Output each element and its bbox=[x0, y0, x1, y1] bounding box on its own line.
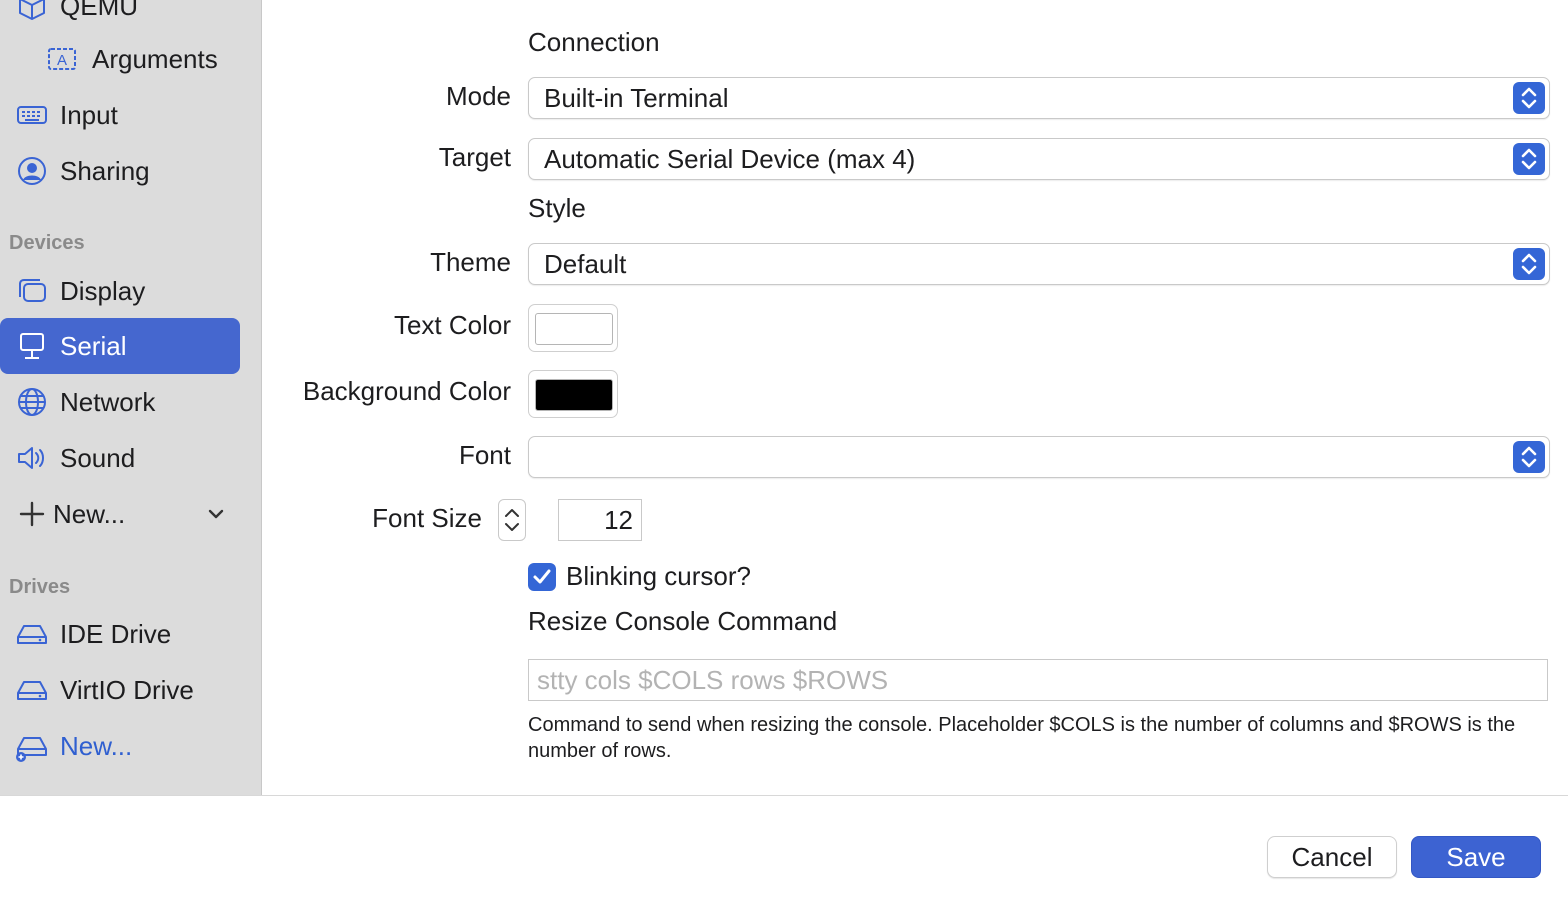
mode-popup[interactable]: Built-in Terminal bbox=[528, 77, 1550, 119]
font-size-field[interactable] bbox=[558, 499, 642, 541]
font-label: Font bbox=[458, 440, 511, 470]
sidebar-item-label: QEMU bbox=[60, 0, 138, 21]
display-icon bbox=[16, 275, 48, 307]
sidebar-item-ide-drive[interactable]: IDE Drive bbox=[0, 606, 240, 662]
font-size-stepper[interactable] bbox=[498, 499, 526, 541]
new-device-button[interactable]: New... bbox=[0, 486, 240, 542]
text-box-icon: A bbox=[46, 43, 78, 75]
cancel-button[interactable]: Cancel bbox=[1267, 836, 1397, 878]
globe-icon bbox=[16, 386, 48, 418]
sidebar-item-label: VirtIO Drive bbox=[60, 675, 194, 705]
resize-command-input[interactable] bbox=[529, 660, 1547, 700]
sidebar-item-qemu[interactable]: QEMU bbox=[0, 0, 240, 34]
drive-icon bbox=[16, 674, 48, 706]
font-size-label: Font Size bbox=[372, 503, 482, 533]
sidebar-item-sound[interactable]: Sound bbox=[0, 430, 240, 486]
text-color-well[interactable] bbox=[528, 304, 618, 352]
drive-add-icon bbox=[16, 730, 48, 762]
background-color-label: Background Color bbox=[302, 376, 511, 406]
theme-value: Default bbox=[544, 249, 627, 279]
theme-label: Theme bbox=[430, 247, 511, 277]
background-color-swatch bbox=[535, 379, 613, 411]
mode-value: Built-in Terminal bbox=[544, 83, 729, 113]
cube-icon bbox=[16, 0, 48, 22]
sidebar-item-input[interactable]: Input bbox=[0, 87, 240, 143]
blinking-cursor-checkbox[interactable] bbox=[528, 563, 556, 591]
resize-console-section-header: Resize Console Command bbox=[528, 606, 838, 636]
svg-text:A: A bbox=[57, 52, 67, 69]
drive-icon bbox=[16, 618, 48, 650]
sidebar-item-label: Display bbox=[60, 276, 146, 306]
person-circle-icon bbox=[16, 155, 48, 187]
sidebar: QEMU A Arguments Input Sharing Devices D… bbox=[0, 0, 262, 795]
drives-section-header: Drives bbox=[9, 576, 71, 598]
new-device-label: New... bbox=[53, 499, 126, 529]
updown-chevron-icon bbox=[1513, 82, 1545, 114]
font-size-input[interactable] bbox=[559, 500, 641, 540]
resize-command-help-text: Command to send when resizing the consol… bbox=[528, 714, 1516, 762]
sidebar-item-label: IDE Drive bbox=[60, 619, 172, 649]
save-button[interactable]: Save bbox=[1411, 836, 1541, 878]
blinking-cursor-label[interactable]: Blinking cursor? bbox=[566, 561, 751, 592]
sidebar-item-sharing[interactable]: Sharing bbox=[0, 143, 240, 199]
keyboard-icon bbox=[16, 99, 48, 131]
sidebar-item-display[interactable]: Display bbox=[0, 263, 240, 319]
new-drive-button[interactable]: New... bbox=[0, 718, 240, 774]
target-value: Automatic Serial Device (max 4) bbox=[544, 144, 916, 174]
sidebar-item-network[interactable]: Network bbox=[0, 374, 240, 430]
new-drive-label: New... bbox=[60, 731, 133, 761]
text-color-swatch bbox=[535, 313, 613, 345]
theme-popup[interactable]: Default bbox=[528, 243, 1550, 285]
font-popup[interactable] bbox=[528, 436, 1550, 478]
target-label: Target bbox=[438, 142, 511, 172]
sidebar-item-label: Network bbox=[60, 387, 156, 417]
updown-chevron-icon bbox=[1513, 143, 1545, 175]
devices-section-header: Devices bbox=[9, 232, 85, 254]
updown-chevron-icon bbox=[1513, 441, 1545, 473]
sidebar-item-label: Sharing bbox=[60, 156, 150, 186]
target-popup[interactable]: Automatic Serial Device (max 4) bbox=[528, 138, 1550, 180]
serial-icon bbox=[16, 330, 48, 362]
updown-chevron-icon bbox=[1513, 248, 1545, 280]
sidebar-item-label: Input bbox=[60, 100, 118, 130]
sidebar-item-label: Sound bbox=[60, 443, 136, 473]
background-color-well[interactable] bbox=[528, 370, 618, 418]
sidebar-item-label: Arguments bbox=[92, 44, 218, 74]
speaker-icon bbox=[16, 442, 48, 474]
chevron-down-icon bbox=[204, 504, 228, 524]
connection-section-header: Connection bbox=[528, 27, 660, 57]
sidebar-item-arguments[interactable]: A Arguments bbox=[0, 31, 240, 87]
sidebar-item-label: Serial bbox=[60, 331, 127, 361]
text-color-label: Text Color bbox=[393, 310, 511, 340]
bottom-bar: Cancel Save bbox=[0, 795, 1568, 903]
mode-label: Mode bbox=[445, 81, 511, 111]
resize-command-field[interactable] bbox=[528, 659, 1548, 701]
plus-icon bbox=[16, 498, 48, 530]
style-section-header: Style bbox=[528, 193, 586, 223]
sidebar-item-serial[interactable]: Serial bbox=[0, 318, 240, 374]
sidebar-item-virtio-drive[interactable]: VirtIO Drive bbox=[0, 662, 240, 718]
